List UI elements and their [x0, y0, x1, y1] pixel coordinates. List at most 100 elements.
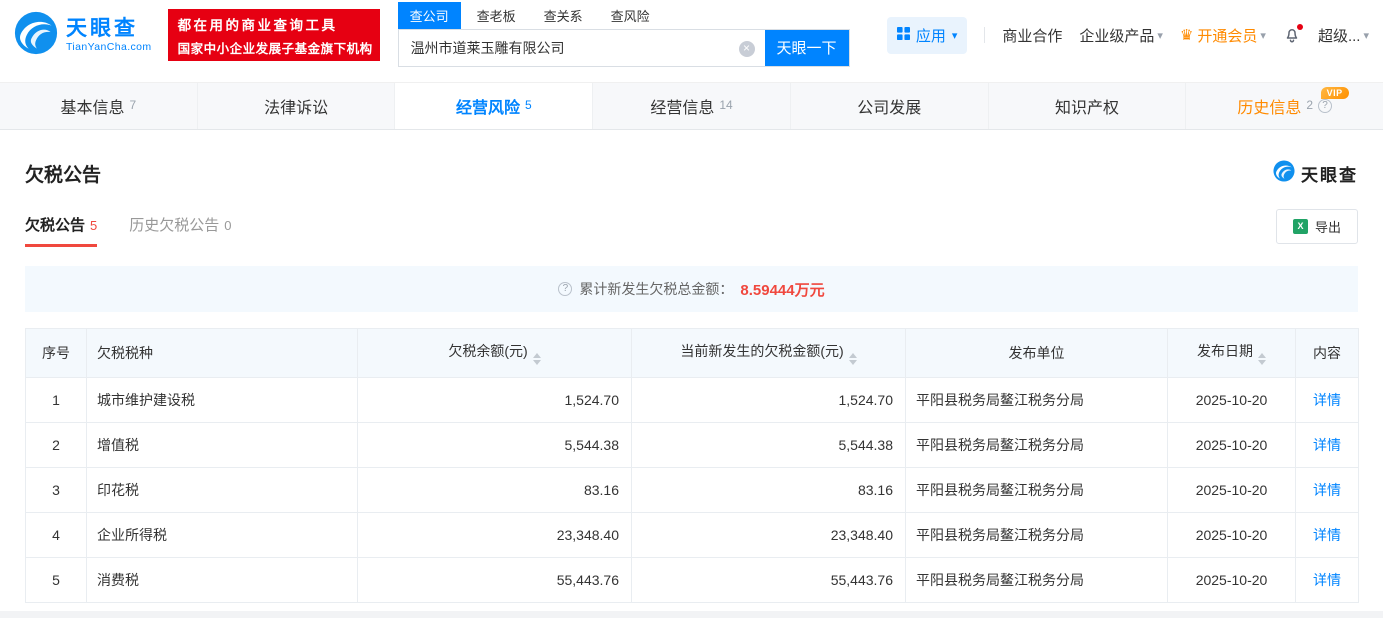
col-header-label: 发布日期 — [1197, 343, 1253, 359]
sort-icon[interactable] — [849, 353, 857, 365]
col-header-content: 内容 — [1296, 329, 1359, 378]
promo-line1: 都在用的商业查询工具 — [178, 14, 370, 34]
search-box: × 天眼一下 — [398, 29, 850, 67]
nav-enterprise-products[interactable]: 企业级产品 ▾ — [1079, 25, 1163, 46]
tab-legal-proceedings[interactable]: 法律诉讼 — [198, 83, 396, 129]
nav-business-cooperation[interactable]: 商业合作 — [1002, 25, 1062, 46]
search-input[interactable] — [399, 30, 765, 66]
detail-link[interactable]: 详情 — [1313, 572, 1341, 588]
subtab-tax-arrears[interactable]: 欠税公告5 — [25, 214, 97, 247]
brand-domain: TianYanCha.com — [66, 42, 152, 54]
detail-link[interactable]: 详情 — [1313, 482, 1341, 498]
col-header-label: 欠税余额(元) — [448, 343, 527, 359]
search-button[interactable]: 天眼一下 — [765, 30, 849, 66]
nav-open-vip[interactable]: ♛ 开通会员 ▾ — [1180, 25, 1266, 46]
tab-count: 2 — [1306, 98, 1313, 112]
cell-tax-type: 增值税 — [87, 423, 358, 468]
search-tab-company[interactable]: 查公司 — [398, 2, 461, 29]
sort-icon[interactable] — [533, 353, 541, 365]
cell-new-amount: 83.16 — [632, 468, 906, 513]
nav-super-label: 超级... — [1318, 25, 1361, 46]
sort-icon[interactable] — [1258, 353, 1266, 365]
table-row: 5消费税55,443.7655,443.76平阳县税务局鳌江税务分局2025-1… — [26, 558, 1359, 603]
clear-icon[interactable]: × — [739, 41, 755, 57]
tianyancha-logo[interactable]: 天眼查 TianYanCha.com — [14, 11, 152, 60]
chevron-down-icon: ▾ — [1157, 29, 1163, 42]
tab-basic-info[interactable]: 基本信息 7 — [0, 83, 198, 129]
subtab-count: 5 — [90, 218, 97, 233]
cell-detail: 详情 — [1296, 513, 1359, 558]
cell-detail: 详情 — [1296, 558, 1359, 603]
cell-publisher: 平阳县税务局鳌江税务分局 — [906, 423, 1168, 468]
tab-intellectual-property[interactable]: 知识产权 — [989, 83, 1187, 129]
notification-bell-icon[interactable] — [1283, 26, 1301, 44]
search-area: 查公司 查老板 查关系 查风险 × 天眼一下 — [398, 4, 850, 67]
cell-balance: 1,524.70 — [358, 378, 632, 423]
table-body: 1城市维护建设税1,524.701,524.70平阳县税务局鳌江税务分局2025… — [26, 378, 1359, 603]
tab-count: 14 — [719, 98, 732, 112]
nav-super-vip[interactable]: 超级... ▾ — [1318, 25, 1369, 46]
nav-cooperation-label: 商业合作 — [1002, 25, 1062, 46]
tax-arrears-table: 序号 欠税税种 欠税余额(元) 当前新发生的欠税金额(元) 发布单位 发布日期 … — [25, 328, 1359, 603]
chevron-down-icon: ▾ — [1260, 29, 1266, 42]
section-brand-mark: 天眼查 — [1273, 160, 1358, 187]
cell-publisher: 平阳县税务局鳌江税务分局 — [906, 468, 1168, 513]
detail-link[interactable]: 详情 — [1313, 392, 1341, 408]
cell-detail: 详情 — [1296, 423, 1359, 468]
cell-new-amount: 55,443.76 — [632, 558, 906, 603]
col-header-date[interactable]: 发布日期 — [1168, 329, 1296, 378]
cell-no: 2 — [26, 423, 87, 468]
export-button[interactable]: X 导出 — [1276, 209, 1358, 244]
tab-label: 基本信息 — [61, 94, 125, 118]
tab-business-info[interactable]: 经营信息 14 — [593, 83, 791, 129]
cell-no: 1 — [26, 378, 87, 423]
cell-publisher: 平阳县税务局鳌江税务分局 — [906, 513, 1168, 558]
cell-detail: 详情 — [1296, 378, 1359, 423]
cell-tax-type: 企业所得税 — [87, 513, 358, 558]
main-content: 欠税公告 天眼查 欠税公告5 历史欠税公告0 X 导出 ? 累计新发生欠税总金额… — [0, 160, 1383, 618]
brand-name: 天眼查 — [66, 17, 152, 40]
tab-history-info[interactable]: 历史信息 2 ? VIP — [1186, 83, 1383, 129]
promo-line2: 国家中小企业发展子基金旗下机构 — [178, 38, 370, 57]
promo-banner[interactable]: 都在用的商业查询工具 国家中小企业发展子基金旗下机构 — [168, 9, 380, 61]
tab-company-development[interactable]: 公司发展 — [791, 83, 989, 129]
cell-detail: 详情 — [1296, 468, 1359, 513]
divider — [984, 27, 985, 43]
search-tab-boss[interactable]: 查老板 — [465, 2, 528, 29]
search-tab-relation[interactable]: 查关系 — [532, 2, 595, 29]
cell-balance: 55,443.76 — [358, 558, 632, 603]
cell-no: 5 — [26, 558, 87, 603]
table-row: 3印花税83.1683.16平阳县税务局鳌江税务分局2025-10-20详情 — [26, 468, 1359, 513]
section-head: 欠税公告 天眼查 — [25, 160, 1358, 187]
search-tab-risk[interactable]: 查风险 — [599, 2, 662, 29]
col-header-publisher: 发布单位 — [906, 329, 1168, 378]
table-row: 2增值税5,544.385,544.38平阳县税务局鳌江税务分局2025-10-… — [26, 423, 1359, 468]
table-row: 4企业所得税23,348.4023,348.40平阳县税务局鳌江税务分局2025… — [26, 513, 1359, 558]
cell-date: 2025-10-20 — [1168, 378, 1296, 423]
cell-no: 3 — [26, 468, 87, 513]
col-header-new-amount[interactable]: 当前新发生的欠税金额(元) — [632, 329, 906, 378]
detail-link[interactable]: 详情 — [1313, 527, 1341, 543]
col-header-label: 当前新发生的欠税金额(元) — [680, 343, 843, 359]
page-title: 欠税公告 — [25, 160, 101, 187]
cell-new-amount: 1,524.70 — [632, 378, 906, 423]
cell-date: 2025-10-20 — [1168, 558, 1296, 603]
subtab-label: 历史欠税公告 — [129, 217, 219, 234]
tab-count: 7 — [130, 98, 137, 112]
excel-icon: X — [1293, 219, 1308, 234]
apps-grid-icon — [897, 27, 910, 44]
top-nav: 应用 ▾ 商业合作 企业级产品 ▾ ♛ 开通会员 ▾ 超级... ▾ — [887, 17, 1369, 54]
col-header-balance[interactable]: 欠税余额(元) — [358, 329, 632, 378]
col-header-tax-type: 欠税税种 — [87, 329, 358, 378]
notification-dot — [1297, 24, 1303, 30]
bottom-strip — [0, 611, 1383, 618]
section-brand-name: 天眼查 — [1301, 161, 1358, 186]
cell-new-amount: 23,348.40 — [632, 513, 906, 558]
tab-label: 历史信息 — [1237, 94, 1301, 118]
tab-label: 法律诉讼 — [264, 94, 328, 118]
tab-business-risk[interactable]: 经营风险 5 — [395, 83, 593, 129]
detail-link[interactable]: 详情 — [1313, 437, 1341, 453]
cell-no: 4 — [26, 513, 87, 558]
apps-button[interactable]: 应用 ▾ — [887, 17, 968, 54]
subtab-history-tax-arrears[interactable]: 历史欠税公告0 — [129, 214, 231, 247]
